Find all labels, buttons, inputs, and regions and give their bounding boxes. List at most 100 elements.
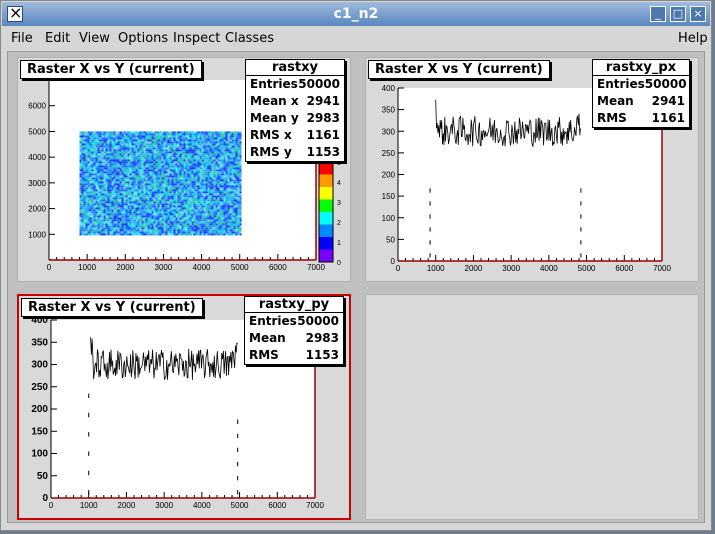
heatmap-cell xyxy=(235,217,238,220)
title-bar[interactable]: c1_n2 _ □ × xyxy=(2,2,710,26)
heatmap-cell xyxy=(145,219,148,222)
heatmap-cell xyxy=(237,205,240,208)
heatmap-cell xyxy=(209,173,212,176)
heatmap-cell xyxy=(121,203,124,206)
heatmap-cell xyxy=(81,139,84,142)
menu-help[interactable]: Help xyxy=(678,31,708,46)
heatmap-cell xyxy=(167,189,170,192)
heatmap-cell xyxy=(157,175,160,178)
heatmap-cell xyxy=(125,137,128,140)
heatmap-cell xyxy=(235,133,238,136)
heatmap-cell xyxy=(239,193,242,196)
heatmap-cell xyxy=(175,169,178,172)
heatmap-cell xyxy=(225,169,228,172)
heatmap-cell xyxy=(161,159,164,162)
heatmap-cell xyxy=(197,207,200,210)
stats-box[interactable]: rastxy_py Entries 50000 Mean 2983 RMS 1153 xyxy=(244,296,344,365)
heatmap-cell xyxy=(223,187,226,190)
maximize-button[interactable]: □ xyxy=(670,6,686,22)
menu-classes[interactable]: Classes xyxy=(225,31,274,46)
heatmap-cell xyxy=(197,227,200,230)
menu-file[interactable]: File xyxy=(11,31,33,46)
heatmap-cell xyxy=(201,157,204,160)
heatmap-cell xyxy=(89,211,92,214)
menu-options[interactable]: Options xyxy=(118,31,168,46)
pad-rastxy-py[interactable]: 0 1000 2000 3000 4000 5000 6000 7000 0 50 100 150 20… xyxy=(17,294,351,520)
heatmap-cell xyxy=(201,195,204,198)
heatmap-cell xyxy=(159,231,162,234)
heatmap-cell xyxy=(85,141,88,144)
heatmap-cell xyxy=(127,233,130,236)
heatmap-cell xyxy=(231,215,234,218)
menu-inspect[interactable]: Inspect xyxy=(173,31,220,46)
heatmap-cell xyxy=(121,131,124,134)
heatmap-cell xyxy=(115,167,118,170)
heatmap-cell xyxy=(223,153,226,156)
heatmap-cell xyxy=(93,153,96,156)
heatmap-cell xyxy=(217,183,220,186)
heatmap-cell xyxy=(175,137,178,140)
heatmap-cell xyxy=(81,131,84,134)
pad-rastxy-px[interactable]: 0 1000 2000 3000 4000 5000 6000 7000 0 50 100 150 20… xyxy=(365,57,699,282)
heatmap-cell xyxy=(193,211,196,214)
heatmap-cell xyxy=(205,151,208,154)
heatmap-cell xyxy=(155,153,158,156)
heatmap-cell xyxy=(95,233,98,236)
stats-value: 2941 xyxy=(651,94,685,108)
heatmap-cell xyxy=(155,213,158,216)
heatmap-cell xyxy=(83,217,86,220)
heatmap-cell xyxy=(83,179,86,182)
heatmap-cell xyxy=(81,207,84,210)
heatmap-cell xyxy=(221,221,224,224)
heatmap-cell xyxy=(159,189,162,192)
heatmap-cell xyxy=(163,173,166,176)
heatmap-cell xyxy=(173,193,176,196)
heatmap-cell xyxy=(141,215,144,218)
pad-rastxy[interactable]: 0 1000 2000 3000 4000 5000 6000 7000 1000 2000 300… xyxy=(17,57,351,282)
heatmap-cell xyxy=(117,207,120,210)
stats-box[interactable]: rastxy Entries 50000 Mean x 2941 Mean y 2983 R… xyxy=(245,59,345,162)
menu-edit[interactable]: Edit xyxy=(45,31,70,46)
heatmap-cell xyxy=(221,169,224,172)
heatmap-cell xyxy=(87,211,90,214)
heatmap-cell xyxy=(189,219,192,222)
heatmap-cell xyxy=(221,155,224,158)
heatmap-cell xyxy=(139,189,142,192)
heatmap-cell xyxy=(129,231,132,234)
heatmap-cell xyxy=(93,233,96,236)
heatmap-cell xyxy=(145,187,148,190)
heatmap-cell xyxy=(213,169,216,172)
heatmap-cell xyxy=(215,229,218,232)
close-button[interactable]: × xyxy=(690,6,706,22)
heatmap-cell xyxy=(213,231,216,234)
heatmap-cell xyxy=(91,141,94,144)
heatmap-cell xyxy=(239,207,242,210)
heatmap-cell xyxy=(219,155,222,158)
heatmap-cell xyxy=(207,151,210,154)
heatmap-cell xyxy=(135,225,138,228)
heatmap-cell xyxy=(113,189,116,192)
canvas-area[interactable]: 0 1000 2000 3000 4000 5000 6000 7000 1000 2000 300… xyxy=(7,51,705,523)
heatmap-cell xyxy=(87,135,90,138)
heatmap-cell xyxy=(97,161,100,164)
heatmap-cell xyxy=(193,183,196,186)
heatmap-cell xyxy=(79,149,82,152)
heatmap-cell xyxy=(131,135,134,138)
heatmap-cell xyxy=(83,181,86,184)
heatmap-cell xyxy=(209,165,212,168)
menu-view[interactable]: View xyxy=(79,31,110,46)
x-tick-label: 3000 xyxy=(155,501,173,510)
heatmap-cell xyxy=(173,223,176,226)
heatmap-cell xyxy=(147,181,150,184)
heatmap-cell xyxy=(215,147,218,150)
heatmap-cell xyxy=(117,227,120,230)
stats-box[interactable]: rastxy_px Entries 50000 Mean 2941 RMS 1161 xyxy=(592,59,690,128)
heatmap-cell xyxy=(189,157,192,160)
heatmap-cell xyxy=(223,163,226,166)
heatmap-cell xyxy=(85,223,88,226)
pad-empty[interactable] xyxy=(365,294,699,520)
heatmap-cell xyxy=(225,233,228,236)
heatmap-cell xyxy=(105,201,108,204)
heatmap-cell xyxy=(227,159,230,162)
minimize-button[interactable]: _ xyxy=(650,6,666,22)
